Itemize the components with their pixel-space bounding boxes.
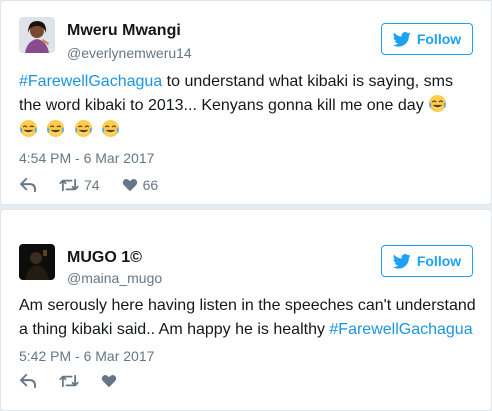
tweet-actions: 74 66 [19, 177, 180, 193]
tears-of-joy-emoji-icon [74, 119, 93, 138]
follow-button[interactable]: Follow [381, 245, 473, 277]
reply-icon [19, 374, 37, 388]
tears-of-joy-emoji-icon [46, 119, 65, 138]
reply-icon [19, 178, 37, 192]
avatar[interactable] [19, 17, 55, 53]
twitter-bird-icon [393, 254, 411, 269]
follow-button[interactable]: Follow [381, 23, 473, 55]
tweet-timestamp[interactable]: 5:42 PM - 6 Mar 2017 [19, 348, 154, 364]
author-name[interactable]: Mweru Mwangi [67, 22, 181, 40]
heart-icon [101, 374, 117, 388]
tweet-card: Mweru Mwangi @everlynemweru14 Follow #Fa… [0, 0, 492, 205]
retweet-button[interactable] [59, 374, 79, 388]
hashtag-link[interactable]: #FarewellGachagua [329, 321, 472, 338]
retweet-icon [59, 374, 79, 388]
tweet-text-line: Am serously here having listen in the sp… [19, 297, 476, 314]
follow-label: Follow [416, 253, 462, 269]
retweet-count: 74 [84, 177, 100, 193]
author-name[interactable]: MUGO 1© [67, 249, 142, 267]
reply-button[interactable] [19, 178, 37, 192]
tweet-text-line: the word kibaki to 2013... Kenyans gonna… [19, 97, 424, 114]
tweet-text: Am serously here having listen in the sp… [19, 294, 479, 342]
retweet-icon [59, 178, 79, 192]
avatar[interactable] [19, 244, 55, 280]
tears-of-joy-emoji-icon [428, 94, 447, 113]
follow-label: Follow [416, 31, 462, 47]
author-handle[interactable]: @everlynemweru14 [67, 45, 192, 61]
like-button[interactable] [101, 374, 117, 388]
reply-button[interactable] [19, 374, 37, 388]
like-button[interactable]: 66 [122, 177, 159, 193]
tweet-text-line: a thing kibaki said.. Am happy he is hea… [19, 321, 330, 338]
author-handle[interactable]: @maina_mugo [67, 270, 162, 286]
hashtag-link[interactable]: #FarewellGachagua [19, 73, 162, 90]
tweet-card: MUGO 1© @maina_mugo Follow Am serously h… [0, 209, 492, 411]
like-count: 66 [142, 177, 159, 193]
retweet-button[interactable]: 74 [59, 177, 100, 193]
tears-of-joy-emoji-icon [19, 119, 38, 138]
tears-of-joy-emoji-icon [101, 119, 120, 138]
tweet-text-line: to understand what kibaki is saying, sms [162, 73, 454, 90]
tweet-text: #FarewellGachagua to understand what kib… [19, 70, 479, 143]
twitter-bird-icon [393, 32, 411, 47]
heart-icon [122, 178, 138, 192]
tweet-actions [19, 374, 139, 388]
tweet-timestamp[interactable]: 4:54 PM - 6 Mar 2017 [19, 150, 154, 166]
